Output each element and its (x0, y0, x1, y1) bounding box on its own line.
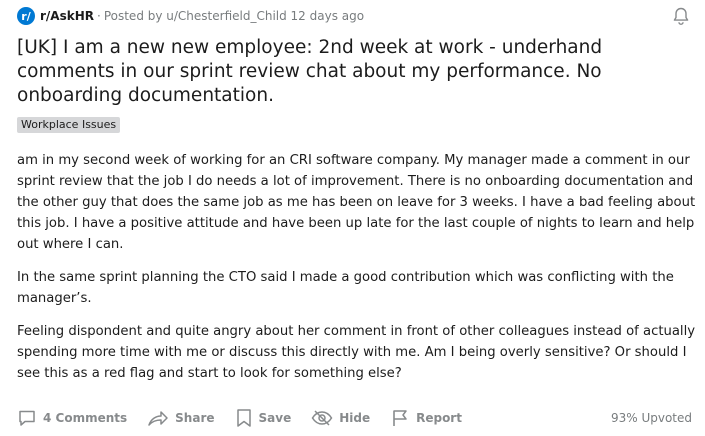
comments-button[interactable]: 4 Comments (17, 408, 127, 428)
post-flair[interactable]: Workplace Issues (17, 117, 121, 133)
bell-icon[interactable] (671, 6, 691, 26)
post-body: am in my second week of working for an C… (17, 150, 697, 396)
post-title[interactable]: [UK] I am a new new employee: 2nd week a… (17, 36, 697, 108)
hide-button[interactable]: Hide (311, 408, 370, 428)
hide-icon (311, 410, 333, 426)
save-button[interactable]: Save (235, 408, 292, 428)
share-button[interactable]: Share (147, 408, 215, 428)
post-paragraph: am in my second week of working for an C… (17, 153, 696, 252)
comments-label: 4 Comments (43, 411, 128, 425)
subreddit-link[interactable]: r/AskHR (40, 9, 94, 23)
post-actions-bar: 4 Comments Share Save Hide Report 93% Up… (17, 405, 695, 431)
report-flag-icon (393, 410, 407, 426)
share-label: Share (175, 411, 215, 425)
share-icon (148, 411, 168, 426)
meta-separator: · (97, 9, 101, 23)
hide-label: Hide (339, 411, 371, 425)
report-button[interactable]: Report (390, 408, 462, 428)
comment-icon (19, 410, 35, 426)
subreddit-icon[interactable]: r/ (17, 7, 35, 25)
report-label: Report (416, 411, 462, 425)
post-paragraph: Feeling dispondent and quite angry about… (17, 324, 696, 381)
posted-by-text: Posted by u/Chesterfield_Child 12 days a… (103, 9, 365, 23)
post-meta-row: r/ r/AskHR · Posted by u/Chesterfield_Ch… (17, 6, 695, 26)
upvote-ratio: 93% Upvoted (610, 411, 692, 425)
bookmark-icon (236, 409, 251, 427)
post-paragraph: In the same sprint planning the CTO said… (17, 270, 674, 306)
save-label: Save (258, 411, 292, 425)
